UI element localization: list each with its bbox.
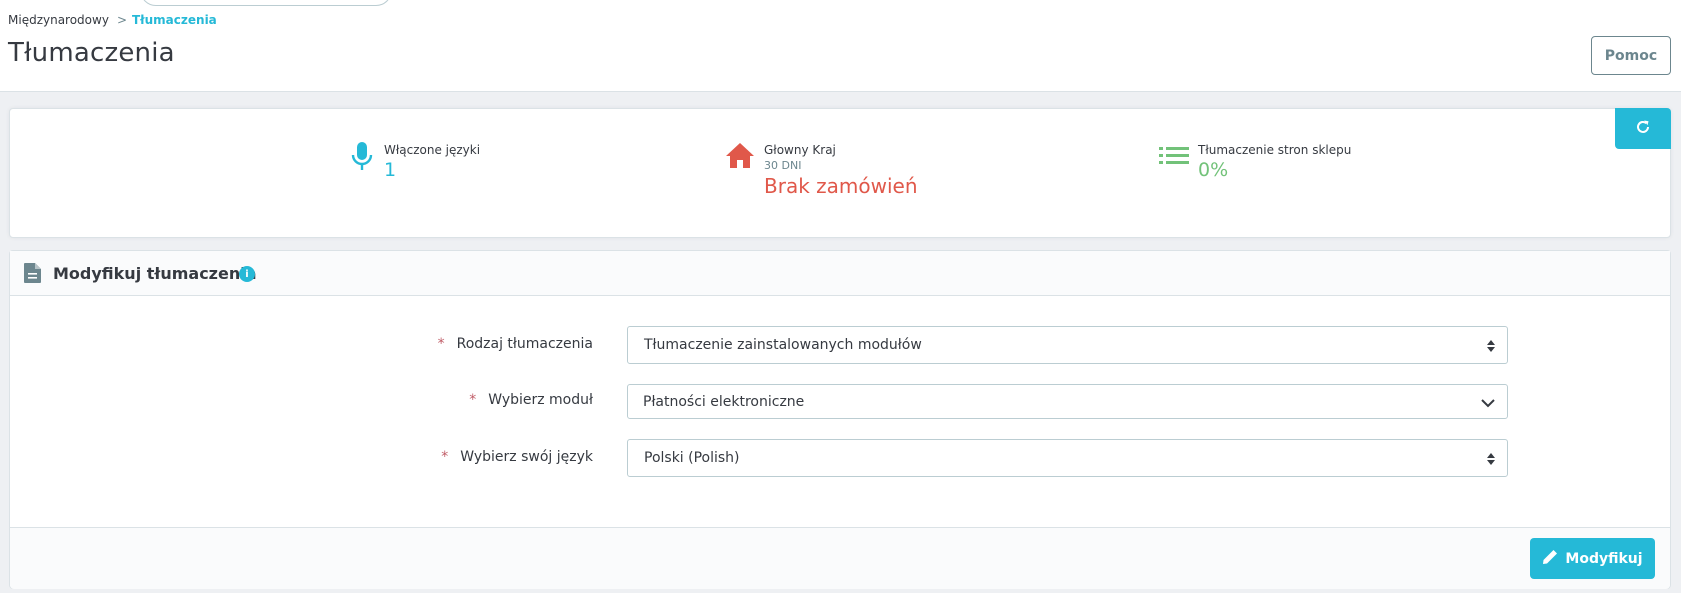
kpi-label: Tłumaczenie stron sklepu (1198, 143, 1352, 157)
field-label: * Wybierz moduł (469, 392, 593, 408)
refresh-icon (1635, 119, 1651, 139)
select-value: Tłumaczenie zainstalowanych modułów (644, 337, 922, 353)
form-row-translation-type: * Rodzaj tłumaczenia Tłumaczenie zainstal… (10, 326, 1670, 364)
kpi-enabled-languages: Włączone języki 1 (348, 142, 480, 182)
kpi-label: Głowny Kraj (764, 143, 836, 157)
translation-type-select[interactable]: Tłumaczenie zainstalowanych modułów (627, 326, 1508, 364)
field-label-text: Wybierz swój język (460, 449, 593, 465)
required-mark: * (441, 449, 449, 465)
list-icon (1158, 142, 1190, 174)
chevron-down-icon (1481, 396, 1495, 412)
microphone-icon (348, 142, 376, 174)
field-label: * Wybierz swój język (441, 449, 593, 465)
required-mark: * (437, 336, 445, 352)
modify-button-label: Modyfikuj (1565, 550, 1643, 567)
panel-header: Modyfikuj tłumaczenia i (10, 251, 1670, 296)
modify-button[interactable]: Modyfikuj (1530, 538, 1655, 579)
kpi-value: Brak zamówień (764, 174, 918, 198)
refresh-kpi-button[interactable] (1615, 108, 1671, 149)
page-title: Tłumaczenia (8, 38, 175, 68)
field-label-text: Wybierz moduł (488, 392, 593, 408)
home-icon (724, 142, 756, 174)
panel-title: Modyfikuj tłumaczenia (53, 264, 257, 283)
modify-translations-panel: Modyfikuj tłumaczenia i * Rodzaj tłumacze… (9, 250, 1671, 589)
pencil-icon (1542, 549, 1565, 569)
top-search-input[interactable] (140, 0, 392, 6)
info-icon[interactable]: i (239, 266, 255, 282)
kpi-card: Włączone języki 1 Głowny Kraj 30 DNI Bra… (9, 108, 1671, 238)
required-mark: * (469, 392, 477, 408)
breadcrumb-separator: > (116, 13, 127, 27)
breadcrumb-parent-link[interactable]: Międzynarodowy (8, 13, 109, 27)
sort-arrows-icon (1487, 453, 1495, 465)
breadcrumb: Międzynarodowy > Tłumaczenia (8, 13, 217, 27)
language-select[interactable]: Polski (Polish) (627, 439, 1508, 477)
form-row-language: * Wybierz swój język Polski (Polish) (10, 439, 1670, 477)
select-value: Polski (Polish) (644, 450, 740, 466)
kpi-label: Włączone języki (384, 143, 481, 157)
kpi-value: 1 (384, 159, 397, 181)
sort-arrows-icon (1487, 340, 1495, 352)
panel-footer: Modyfikuj (10, 527, 1670, 589)
kpi-value: 0% (1198, 159, 1229, 181)
module-select[interactable]: Płatności elektroniczne (627, 384, 1508, 419)
breadcrumb-current[interactable]: Tłumaczenia (132, 13, 217, 27)
kpi-main-country: Głowny Kraj 30 DNI Brak zamówień (724, 142, 918, 198)
help-button[interactable]: Pomoc (1591, 36, 1671, 75)
kpi-shop-translation: Tłumaczenie stron sklepu 0% (1158, 142, 1351, 182)
select-value: Płatności elektroniczne (643, 393, 805, 410)
page-header: Międzynarodowy > Tłumaczenia Tłumaczenia P… (0, 0, 1681, 92)
form-row-module: * Wybierz moduł Płatności elektroniczne (10, 384, 1670, 422)
kpi-period: 30 DNI (764, 159, 802, 172)
field-label: * Rodzaj tłumaczenia (438, 336, 593, 352)
field-label-text: Rodzaj tłumaczenia (456, 336, 593, 352)
document-icon (24, 263, 41, 287)
